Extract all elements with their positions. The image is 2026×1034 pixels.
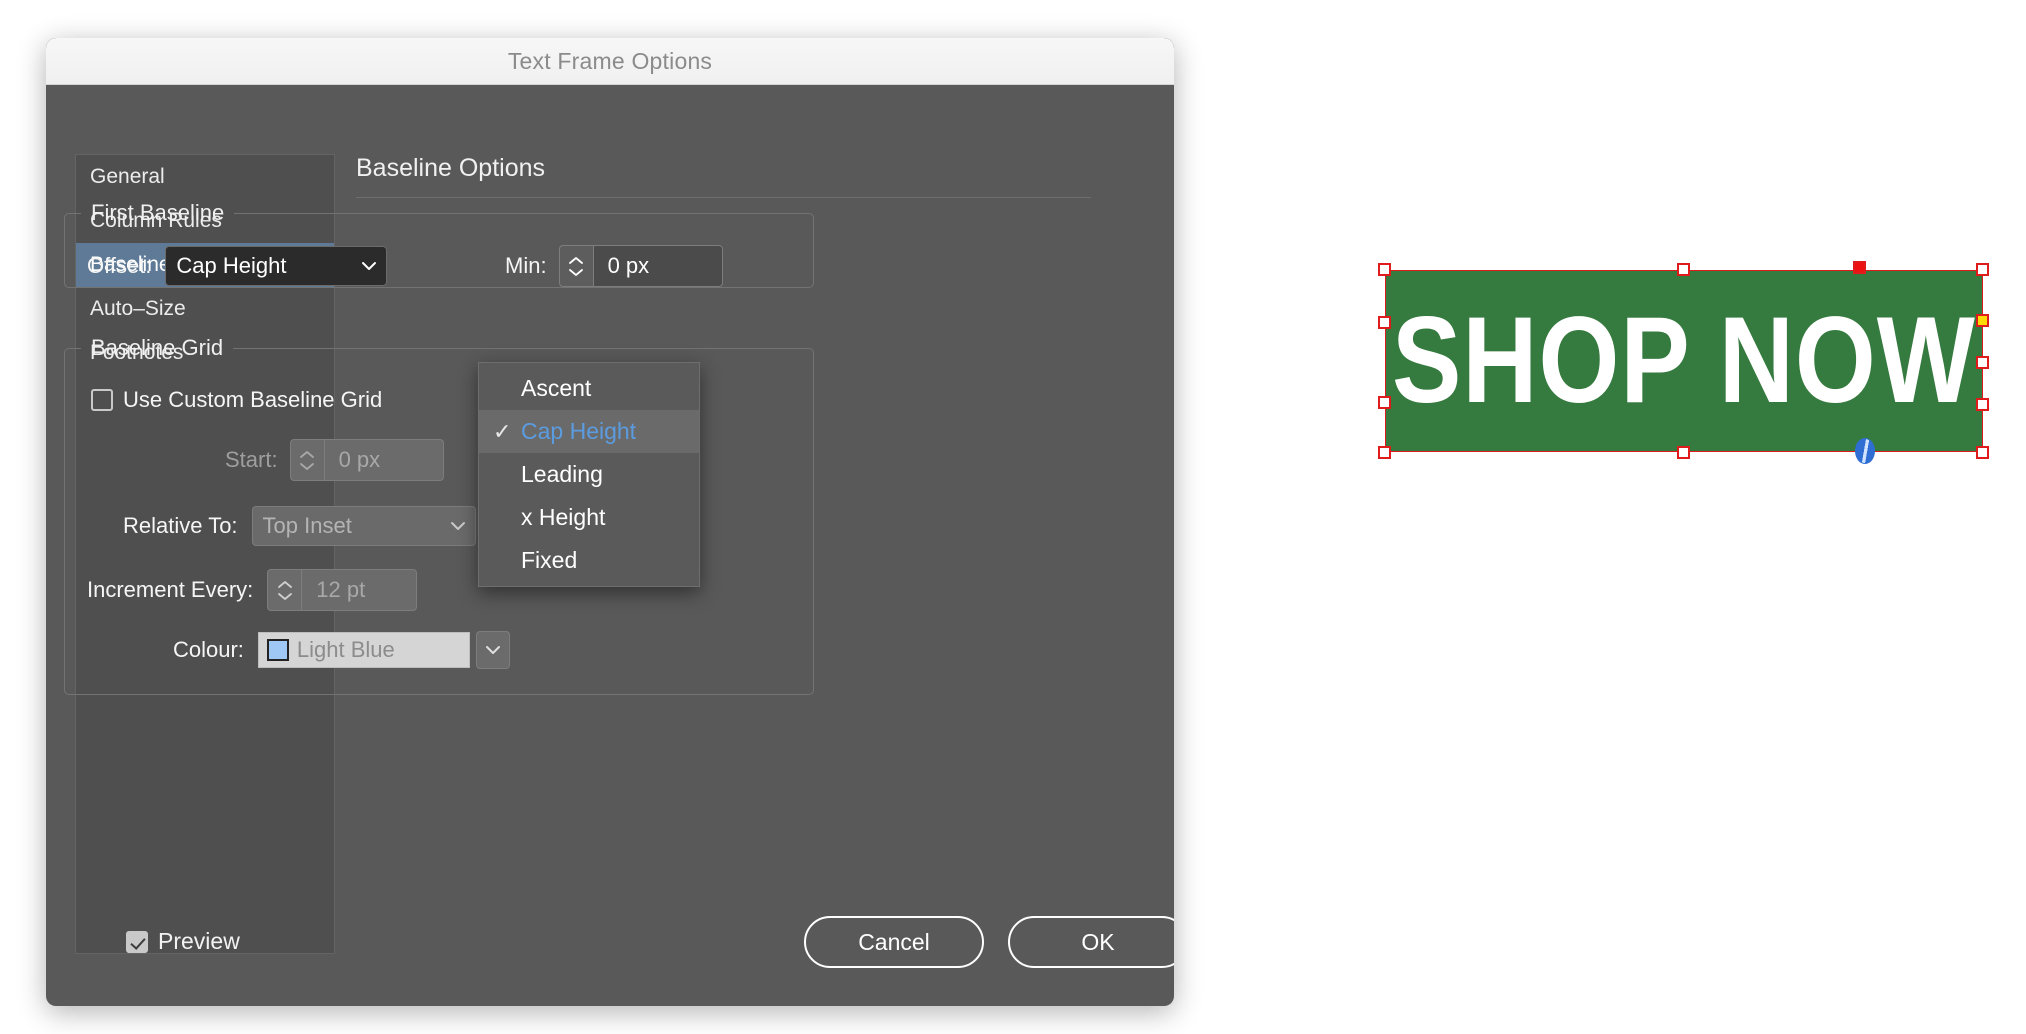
increment-every-value: 12 pt [316,577,366,602]
use-custom-grid-row[interactable]: Use Custom Baseline Grid [91,387,382,413]
preview-checkbox[interactable] [126,930,148,953]
shop-now-banner[interactable]: SHOP NOW [1385,270,1983,452]
banner-text: SHOP NOW [1392,291,1976,429]
increment-every-stepper[interactable] [267,569,302,611]
offset-label: Offset: [87,253,152,278]
colour-value: Light Blue [296,637,395,662]
relative-to-label: Relative To: [123,513,238,538]
handle-left-lower[interactable] [1378,396,1391,409]
min-input[interactable]: 0 px [592,245,723,287]
dropdown-option-label: Fixed [521,547,578,573]
dropdown-option-label: Cap Height [521,418,637,444]
handle-right-lower[interactable] [1976,398,1989,411]
colour-label: Colour: [173,637,244,662]
chevron-down-icon [449,517,467,535]
start-row: Start: 0 px [225,439,444,481]
handle-right-middle[interactable] [1976,356,1989,369]
use-custom-grid-checkbox[interactable] [91,389,113,411]
page-title: Baseline Options [356,154,546,182]
preview-label: Preview [158,928,240,954]
handle-top-left[interactable] [1378,263,1391,276]
increment-every-input[interactable]: 12 pt [301,569,418,611]
colour-swatch-icon [266,639,289,661]
dialog-title: Text Frame Options [507,47,713,74]
min-stepper[interactable] [558,245,593,287]
offset-dropdown-menu[interactable]: Ascent ✓ Cap Height Leading x Height Fix… [478,362,700,587]
offset-select[interactable]: Cap Height [165,246,388,286]
start-stepper[interactable] [289,439,324,481]
dialog-body: General Column Rules Baseline Options Au… [46,85,1174,1006]
sidebar-item-label: General [90,165,165,188]
check-icon: ✓ [493,418,512,444]
dropdown-option-x-height[interactable]: x Height [479,496,699,539]
offset-row: Offset: Cap Height [87,246,388,286]
ok-button-label: OK [1081,928,1115,955]
relative-to-select[interactable]: Top Inset [251,506,476,546]
cancel-button-label: Cancel [858,928,930,955]
colour-dropdown-button[interactable] [475,631,510,669]
colour-select[interactable]: Light Blue [257,632,470,668]
min-label: Min: [505,253,547,278]
handle-reference-point[interactable] [1853,261,1866,274]
dropdown-option-fixed[interactable]: Fixed [479,539,699,582]
start-input[interactable]: 0 px [323,439,444,481]
handle-bottom-right[interactable] [1976,446,1989,459]
min-row: Min: 0 px [505,245,723,287]
start-input-value: 0 px [338,447,381,472]
handle-anchor-point[interactable] [1976,314,1989,327]
start-label: Start: [225,447,278,472]
handle-top-right[interactable] [1976,263,1989,276]
chevron-down-icon [360,257,378,275]
baseline-grid-group: Baseline Grid Use Custom Baseline Grid S… [64,335,814,695]
increment-every-label: Increment Every: [87,577,254,602]
dialog-footer: Preview Cancel OK [46,896,1174,1006]
ok-button[interactable]: OK [1008,916,1174,968]
handle-top-center[interactable] [1677,263,1690,276]
relative-to-value: Top Inset [262,513,352,538]
preview-toggle[interactable]: Preview [126,928,240,955]
dropdown-option-leading[interactable]: Leading [479,453,699,496]
first-baseline-legend: First Baseline [91,200,225,225]
sidebar-item-label: Auto–Size [90,297,186,320]
panel-header: Baseline Options [356,154,1144,198]
dropdown-option-cap-height[interactable]: ✓ Cap Height [479,410,699,453]
dropdown-option-label: Ascent [521,375,592,401]
baseline-grid-legend: Baseline Grid [91,335,224,360]
sidebar-item-general[interactable]: General [76,155,334,199]
relative-to-row: Relative To: Top Inset [123,506,476,546]
first-baseline-group: First Baseline Offset: Cap Height Min: 0… [64,200,814,288]
min-input-value: 0 px [607,253,650,278]
text-frame-options-dialog: Text Frame Options General Column Rules … [46,38,1174,1006]
sidebar-item-auto-size[interactable]: Auto–Size [76,287,334,331]
handle-bottom-left[interactable] [1378,446,1391,459]
use-custom-grid-label: Use Custom Baseline Grid [123,387,383,412]
increment-every-row: Increment Every: 12 pt [87,569,418,611]
panel-divider [356,197,1091,198]
dropdown-option-label: Leading [521,461,603,487]
dialog-titlebar: Text Frame Options [46,38,1174,85]
handle-left-upper[interactable] [1378,316,1391,329]
cancel-button[interactable]: Cancel [804,916,984,968]
dropdown-option-ascent[interactable]: Ascent [479,367,699,410]
dropdown-option-label: x Height [521,504,606,530]
colour-row: Colour: Light Blue [173,631,510,669]
screen: Text Frame Options General Column Rules … [0,0,2026,1034]
offset-select-value: Cap Height [176,253,287,278]
text-thread-badge-icon[interactable] [1855,438,1875,464]
handle-bottom-center[interactable] [1677,446,1690,459]
